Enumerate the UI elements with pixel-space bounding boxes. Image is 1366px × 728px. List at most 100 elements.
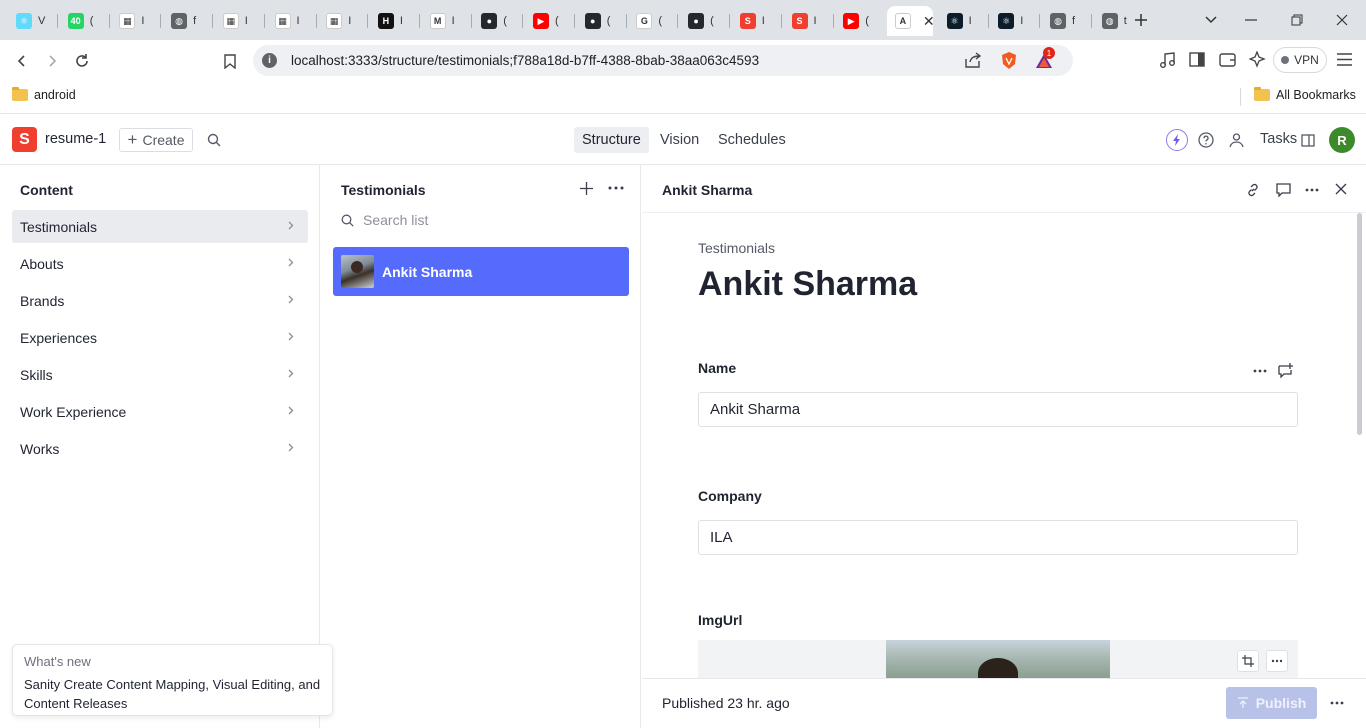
- browser-tab[interactable]: 40 (: [60, 6, 106, 36]
- comment-icon[interactable]: [1276, 183, 1291, 197]
- content-item-experiences[interactable]: Experiences: [12, 321, 308, 354]
- search-icon[interactable]: [204, 130, 224, 150]
- github-icon: ●: [481, 13, 498, 29]
- add-comment-icon[interactable]: [1278, 363, 1294, 378]
- content-item-label: Testimonials: [20, 218, 98, 235]
- browser-tab[interactable]: ⚛ I: [939, 6, 985, 36]
- back-button[interactable]: [11, 50, 33, 72]
- search-input[interactable]: Search list: [363, 212, 428, 228]
- media-icon[interactable]: [1159, 52, 1176, 68]
- list-menu-icon[interactable]: [608, 186, 624, 190]
- sidebar-toggle-icon[interactable]: [1189, 52, 1205, 67]
- tab-schedules[interactable]: Schedules: [710, 127, 794, 153]
- browser-tab[interactable]: SI: [732, 6, 778, 36]
- browser-tab[interactable]: ⚛ V: [8, 6, 54, 36]
- browser-tab[interactable]: G(: [628, 6, 674, 36]
- browser-tab[interactable]: ◍ f: [163, 6, 209, 36]
- react-icon: ⚛: [946, 13, 963, 29]
- wallet-icon[interactable]: [1219, 52, 1236, 67]
- whats-new-card[interactable]: What's new Sanity Create Content Mapping…: [12, 644, 333, 716]
- content-item-testimonials[interactable]: Testimonials: [12, 210, 308, 243]
- browser-tab[interactable]: ●(: [473, 6, 519, 36]
- restore-button[interactable]: [1287, 10, 1307, 30]
- minimize-button[interactable]: [1241, 10, 1261, 30]
- browser-tab[interactable]: ●(: [577, 6, 623, 36]
- leo-ai-icon[interactable]: [1249, 51, 1266, 68]
- menu-icon[interactable]: [1337, 53, 1352, 66]
- tab-search-icon[interactable]: [1201, 10, 1221, 30]
- tab-vision[interactable]: Vision: [652, 127, 707, 153]
- document-actions-menu-icon[interactable]: [1330, 701, 1344, 705]
- image-menu-icon[interactable]: [1266, 650, 1288, 672]
- browser-tab[interactable]: ◍ f: [1042, 6, 1088, 36]
- close-tab-icon[interactable]: ✕: [923, 13, 935, 30]
- browser-tab[interactable]: MI: [422, 6, 468, 36]
- bookmark-icon[interactable]: [219, 50, 241, 72]
- browser-tab[interactable]: SI: [784, 6, 830, 36]
- content-item-skills[interactable]: Skills: [12, 358, 308, 391]
- bookmark-folder-label: android: [34, 88, 76, 102]
- tab-structure[interactable]: Structure: [574, 127, 649, 153]
- folder-icon: [1254, 87, 1270, 101]
- user-avatar[interactable]: R: [1329, 127, 1355, 153]
- document-menu-icon[interactable]: [1305, 188, 1319, 192]
- browser-tab[interactable]: HI: [370, 6, 416, 36]
- content-item-abouts[interactable]: Abouts: [12, 247, 308, 280]
- content-item-work-experience[interactable]: Work Experience: [12, 395, 308, 428]
- name-field[interactable]: Ankit Sharma: [698, 392, 1298, 427]
- company-field[interactable]: ILA: [698, 520, 1298, 555]
- content-item-works[interactable]: Works: [12, 432, 308, 465]
- publish-button[interactable]: Publish: [1226, 687, 1317, 719]
- document-scrollbar[interactable]: [1357, 213, 1362, 435]
- tasks-panel-icon[interactable]: [1298, 130, 1318, 150]
- browser-tab[interactable]: ●(: [680, 6, 726, 36]
- all-bookmarks-button[interactable]: All Bookmarks: [1254, 87, 1356, 102]
- content-item-brands[interactable]: Brands: [12, 284, 308, 317]
- share-icon[interactable]: [964, 52, 982, 69]
- browser-tab-title: (: [710, 15, 714, 27]
- list-search[interactable]: Search list: [341, 212, 428, 228]
- bookmark-folder-android[interactable]: android: [12, 87, 76, 102]
- browser-tab[interactable]: ⚛ I: [990, 6, 1036, 36]
- browser-tab-title: I: [141, 15, 145, 27]
- field-actions-menu-icon[interactable]: [1253, 369, 1267, 373]
- tab-separator: [574, 14, 575, 28]
- sanity-logo[interactable]: S: [12, 127, 37, 152]
- close-window-button[interactable]: [1332, 10, 1352, 30]
- whats-new-heading: What's new: [24, 654, 91, 669]
- reload-button[interactable]: [71, 50, 93, 72]
- browser-tab[interactable]: ▦ I: [267, 6, 313, 36]
- close-pane-icon[interactable]: [1335, 183, 1347, 195]
- crop-icon[interactable]: [1237, 650, 1259, 672]
- link-icon[interactable]: [1246, 183, 1260, 197]
- brave-rewards-icon[interactable]: 1: [1034, 47, 1055, 70]
- site-info-icon[interactable]: i: [262, 53, 277, 68]
- browser-tab[interactable]: ▶(: [835, 6, 881, 36]
- help-icon[interactable]: [1196, 130, 1216, 150]
- browser-tab[interactable]: A ✕: [886, 6, 935, 36]
- tab-separator: [470, 14, 472, 28]
- address-bar[interactable]: i localhost:3333/structure/testimonials;…: [253, 45, 1073, 76]
- browser-tab[interactable]: ▦ I: [318, 6, 364, 36]
- chevron-right-icon: [288, 369, 294, 378]
- react-icon: ⚛: [998, 13, 1015, 29]
- brave-shield-icon[interactable]: [1000, 51, 1018, 70]
- image-preview[interactable]: [698, 640, 1298, 678]
- create-button[interactable]: + Create: [119, 128, 193, 152]
- tasks-button[interactable]: Tasks: [1260, 131, 1297, 147]
- add-document-icon[interactable]: [579, 181, 594, 196]
- forward-button[interactable]: [41, 50, 63, 72]
- browser-tab[interactable]: ▦ I: [111, 6, 157, 36]
- document-title: Ankit Sharma: [698, 265, 918, 303]
- project-name[interactable]: resume-1: [45, 131, 106, 147]
- presence-icon[interactable]: [1226, 130, 1246, 150]
- browser-tab[interactable]: ▶(: [525, 6, 571, 36]
- list-item[interactable]: Ankit Sharma: [333, 247, 629, 296]
- tab-separator: [367, 14, 369, 28]
- tab-separator: [57, 14, 58, 28]
- browser-tab[interactable]: ▦ I: [215, 6, 261, 36]
- vpn-button[interactable]: VPN: [1273, 47, 1327, 73]
- gmail-icon: M: [429, 13, 446, 29]
- bolt-icon[interactable]: [1166, 129, 1188, 151]
- new-tab-button[interactable]: [1131, 10, 1151, 30]
